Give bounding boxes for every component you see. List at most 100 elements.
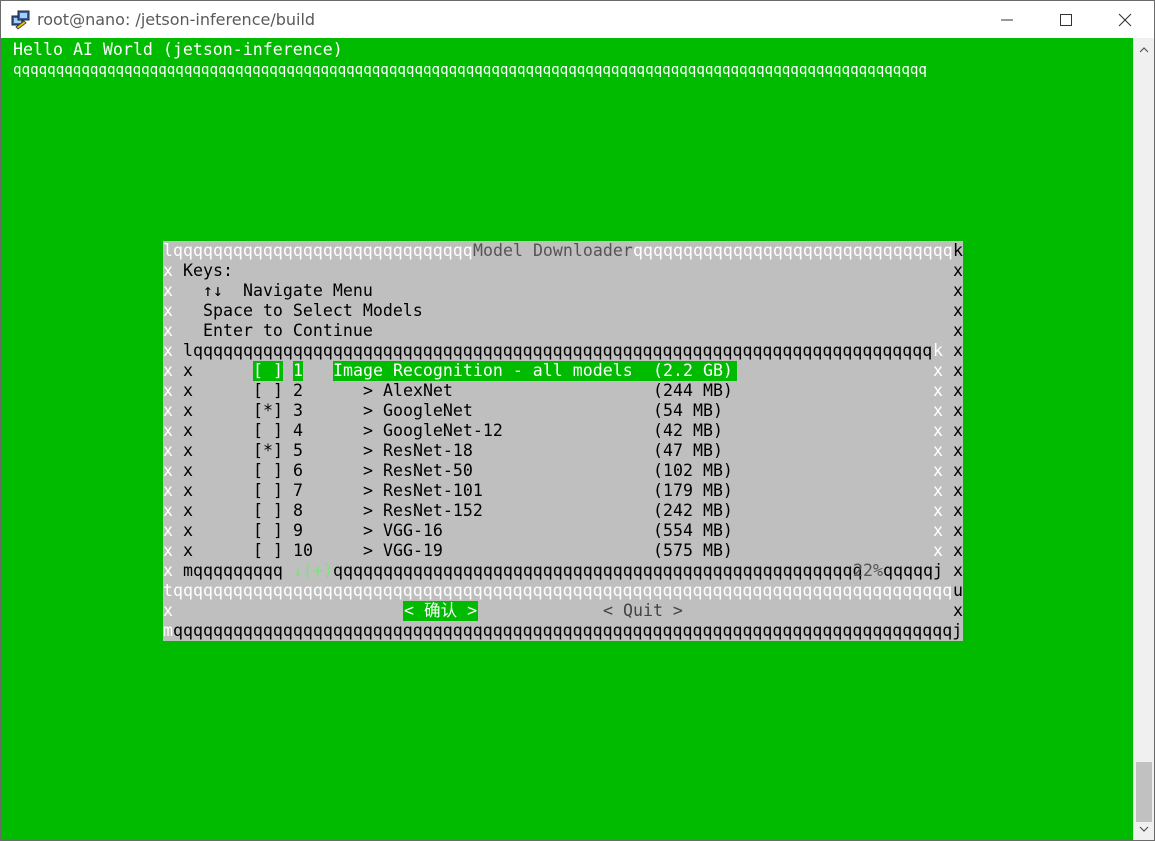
list-top-border: x lqqqqqqqqqqqqqqqqqqqqqqqqqqqqqqqqqqqqq… [163, 341, 963, 360]
keys-enter-row: x Enter to Continue x [163, 321, 963, 340]
list-left-edge: x [183, 401, 193, 420]
minimize-button[interactable] [978, 1, 1036, 38]
window-title: root@nano: /jetson-inference/build [37, 10, 316, 29]
item-name: > ResNet-18 [363, 441, 473, 460]
item-checkbox[interactable]: [*] [253, 401, 283, 421]
item-checkbox[interactable]: [ ] [253, 361, 283, 381]
ok-button[interactable]: < 确认 > [403, 601, 479, 621]
model-list-item[interactable]: x x[ ] 6 > ResNet-50 (102 MB) x x [163, 461, 963, 481]
chevron-up-icon [1139, 47, 1149, 53]
keys-space-row: x Space to Select Models x [163, 301, 963, 320]
keys-enter: Enter to Continue [203, 321, 373, 340]
item-checkbox[interactable]: [*] [253, 441, 283, 461]
item-checkbox[interactable]: [ ] [253, 521, 283, 541]
dialog-right-edge: x [953, 441, 963, 460]
item-name: > GoogleNet-12 [363, 421, 503, 440]
item-size: (102 MB) [653, 461, 733, 480]
model-list-item[interactable]: x x[ ] 2 > AlexNet (244 MB) x x [163, 381, 963, 401]
list-left-edge: x [183, 521, 193, 540]
dialog-left-edge: x [163, 401, 173, 420]
dialog-left-edge: x [163, 481, 173, 500]
item-name: Image Recognition - all models [333, 361, 633, 381]
dialog-title: Model Downloader [473, 241, 633, 260]
dialog-left-edge: x [163, 421, 173, 440]
item-name: > ResNet-152 [363, 501, 483, 520]
dialog-left-edge: x [163, 381, 173, 400]
item-checkbox[interactable]: [ ] [253, 481, 283, 501]
dialog-right-edge: x [953, 521, 963, 540]
model-list-item[interactable]: x x[ ] 8 > ResNet-152 (242 MB) x x [163, 501, 963, 521]
item-size: (47 MB) [653, 441, 723, 460]
quit-button[interactable]: < Quit > [603, 601, 683, 621]
scroll-down-arrow[interactable] [1134, 820, 1154, 838]
item-size: (179 MB) [653, 481, 733, 500]
item-number: 4 [293, 421, 303, 440]
scroll-up-arrow[interactable] [1134, 41, 1154, 59]
list-right-edge: x [933, 461, 943, 480]
maximize-button[interactable] [1037, 1, 1095, 38]
item-name: > AlexNet [363, 381, 453, 400]
dialog-left-edge: x [163, 521, 173, 540]
item-number: 5 [293, 441, 303, 460]
scroll-percent: 22% [853, 561, 883, 580]
button-separator: tqqqqqqqqqqqqqqqqqqqqqqqqqqqqqqqqqqqqqqq… [163, 581, 963, 600]
model-list-item[interactable]: x x [*] 5 > ResNet-18 (47 MB) x x [163, 441, 963, 461]
item-checkbox[interactable]: [ ] [253, 461, 283, 481]
dialog-right-edge: x [953, 541, 963, 560]
model-list-item[interactable]: x x[ ] 7 > ResNet-101 (179 MB) x x [163, 481, 963, 501]
item-checkbox[interactable]: [ ] [253, 541, 283, 561]
item-number: 9 [293, 521, 303, 540]
item-number: 1 [293, 361, 303, 381]
item-number: 7 [293, 481, 303, 500]
model-list-item[interactable]: x x[ ] 4 > GoogleNet-12 (42 MB) x x [163, 421, 963, 441]
scroll-thumb[interactable] [1136, 762, 1152, 822]
close-button[interactable] [1096, 1, 1154, 38]
list-left-edge: x [183, 381, 193, 400]
header-rule: qqqqqqqqqqqqqqqqqqqqqqqqqqqqqqqqqqqqqqqq… [13, 62, 927, 78]
model-list-item[interactable]: x x[ ] 10 > VGG-19 (575 MB) x x [163, 541, 963, 561]
dialog-right-edge: x [953, 481, 963, 500]
item-number: 10 [293, 541, 313, 560]
item-size: (2.2 GB) [653, 361, 737, 381]
terminal-window: root@nano: /jetson-inference/build Hello… [0, 0, 1155, 841]
list-right-edge: x [933, 541, 943, 560]
model-list-item[interactable]: x x [*] 3 > GoogleNet (54 MB) x x [163, 401, 963, 421]
list-right-edge: x [933, 381, 943, 400]
list-left-edge: x [183, 541, 193, 560]
keys-space: Space to Select Models [203, 301, 423, 320]
list-right-edge: x [933, 421, 943, 440]
item-size: (242 MB) [653, 501, 733, 520]
model-list-item[interactable]: x x [ ] 1 Image Recognition - all models (2.2… [163, 361, 963, 381]
vertical-scrollbar[interactable] [1133, 38, 1154, 840]
item-size: (244 MB) [653, 381, 733, 400]
list-left-edge: x [183, 461, 193, 480]
item-number: 6 [293, 461, 303, 480]
dialog-right-edge: x [953, 501, 963, 520]
minimize-icon [1001, 19, 1013, 20]
item-name: > ResNet-101 [363, 481, 483, 500]
dialog-left-edge: x [163, 541, 173, 560]
maximize-icon [1060, 13, 1072, 26]
item-checkbox[interactable]: [ ] [253, 501, 283, 521]
model-list-item[interactable]: x x[ ] 9 > VGG-16 (554 MB) x x [163, 521, 963, 541]
dialog-left-edge: x [163, 461, 173, 480]
list-left-edge: x [183, 441, 193, 460]
item-name: > VGG-19 [363, 541, 443, 560]
dialog-left-edge: x [163, 501, 173, 520]
title-bar[interactable]: root@nano: /jetson-inference/build [1, 1, 1154, 38]
list-left-edge: x [183, 361, 193, 380]
list-bottom-border: x mqqqqqqqqq ↓(+) qqqqqqqqqqqqqqqqqqqqqq… [163, 561, 963, 580]
list-right-edge: x [933, 401, 943, 420]
scroll-hint: ↓(+) [293, 561, 333, 580]
item-checkbox[interactable]: [ ] [253, 381, 283, 401]
list-right-edge: x [933, 521, 943, 540]
item-checkbox[interactable]: [ ] [253, 421, 283, 441]
close-icon [1118, 13, 1132, 26]
item-size: (42 MB) [653, 421, 723, 440]
list-left-edge: x [183, 421, 193, 440]
list-right-edge: x [933, 441, 943, 460]
item-name: > ResNet-50 [363, 461, 473, 480]
dialog-left-edge: x [163, 441, 173, 460]
dialog-right-edge: x [953, 401, 963, 420]
dialog-right-edge: x [953, 361, 963, 380]
